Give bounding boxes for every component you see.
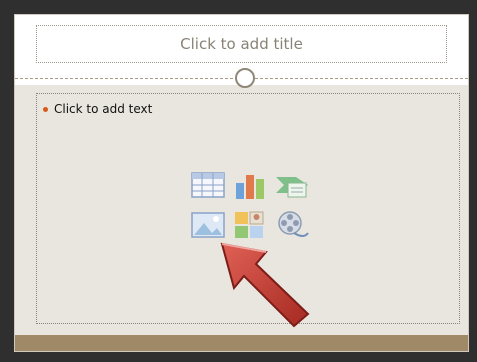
content-placeholder-text: Click to add text — [54, 102, 153, 116]
insert-media-icon[interactable] — [274, 209, 310, 241]
bullet-line: Click to add text — [43, 102, 152, 116]
insert-table-icon[interactable] — [190, 169, 226, 201]
screenshot-frame: Click to add title Click to add text — [0, 0, 477, 362]
footer-band — [15, 335, 468, 351]
red-pointer-arrow-icon — [216, 238, 316, 328]
insert-clipart-icon[interactable] — [232, 209, 268, 241]
insert-chart-icon[interactable] — [232, 169, 268, 201]
divider-ornament-circle — [235, 68, 255, 88]
insert-content-icons — [190, 169, 312, 249]
insert-picture-icon[interactable] — [190, 209, 226, 241]
title-placeholder[interactable]: Click to add title — [36, 25, 447, 63]
bullet-dot-icon — [43, 106, 48, 112]
insert-smartart-icon[interactable] — [274, 169, 310, 201]
